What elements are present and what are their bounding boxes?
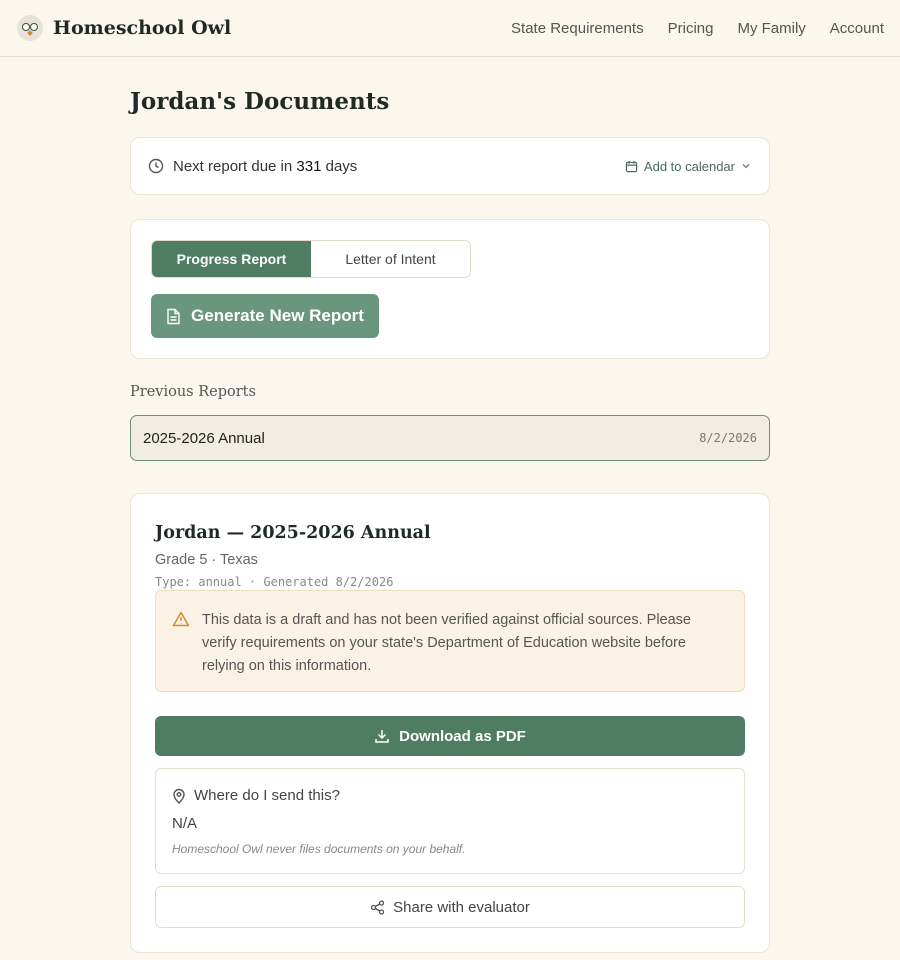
where-to-send-heading: Where do I send this? [172, 787, 340, 804]
share-with-evaluator-button[interactable]: Share with evaluator [155, 886, 745, 928]
draft-warning-text: This data is a draft and has not been ve… [202, 612, 691, 674]
draft-warning-banner: This data is a draft and has not been ve… [155, 590, 745, 692]
clock-icon [148, 158, 164, 174]
document-title: Jordan — 2025-2026 Annual [155, 523, 431, 543]
generate-report-card: Progress Report Letter of Intent Generat… [130, 219, 770, 359]
document-detail-card: Jordan — 2025-2026 Annual Grade 5 · Texa… [130, 493, 770, 953]
previous-report-name: 2025-2026 Annual [143, 429, 265, 447]
nav-account[interactable]: Account [830, 20, 884, 37]
next-report-due-text: Next report due in 331 days [173, 157, 358, 175]
top-header: Homeschool Owl State Requirements Pricin… [0, 0, 900, 57]
brand-name: Homeschool Owl [53, 17, 232, 39]
nav-pricing[interactable]: Pricing [668, 20, 714, 37]
share-icon [370, 899, 385, 915]
where-to-send-note: Homeschool Owl never files documents on … [172, 842, 466, 856]
calendar-icon [625, 160, 638, 172]
owl-logo-icon [17, 15, 43, 41]
next-report-due-card: Next report due in 331 days Add to calen… [130, 137, 770, 195]
where-to-send-box: Where do I send this? N/A Homeschool Owl… [155, 768, 745, 874]
previous-report-item[interactable]: 2025-2026 Annual 8/2/2026 [130, 415, 770, 461]
download-icon [375, 730, 389, 743]
brand-logo[interactable]: Homeschool Owl [17, 15, 231, 41]
chevron-down-icon [742, 164, 750, 169]
where-to-send-value: N/A [172, 815, 198, 832]
warning-triangle-icon [172, 611, 190, 627]
document-icon [167, 308, 180, 324]
previous-report-date: 8/2/2026 [699, 431, 757, 445]
map-pin-icon [173, 788, 185, 804]
document-subtitle: Grade 5 · Texas [155, 552, 258, 568]
add-to-calendar-button[interactable]: Add to calendar [625, 159, 751, 174]
download-pdf-button[interactable]: Download as PDF [155, 716, 745, 756]
tab-letter-of-intent[interactable]: Letter of Intent [311, 241, 470, 277]
previous-reports-label: Previous Reports [130, 384, 256, 400]
document-meta: Type: annual · Generated 8/2/2026 [155, 575, 394, 589]
tab-progress-report[interactable]: Progress Report [152, 241, 311, 277]
page-title: Jordan's Documents [130, 88, 390, 115]
report-type-tabs: Progress Report Letter of Intent [151, 240, 471, 278]
due-days-count: 331 [296, 157, 322, 175]
main-nav: State Requirements Pricing My Family Acc… [511, 20, 884, 37]
nav-my-family[interactable]: My Family [737, 20, 805, 37]
nav-state-requirements[interactable]: State Requirements [511, 20, 644, 37]
generate-new-report-button[interactable]: Generate New Report [151, 294, 379, 338]
